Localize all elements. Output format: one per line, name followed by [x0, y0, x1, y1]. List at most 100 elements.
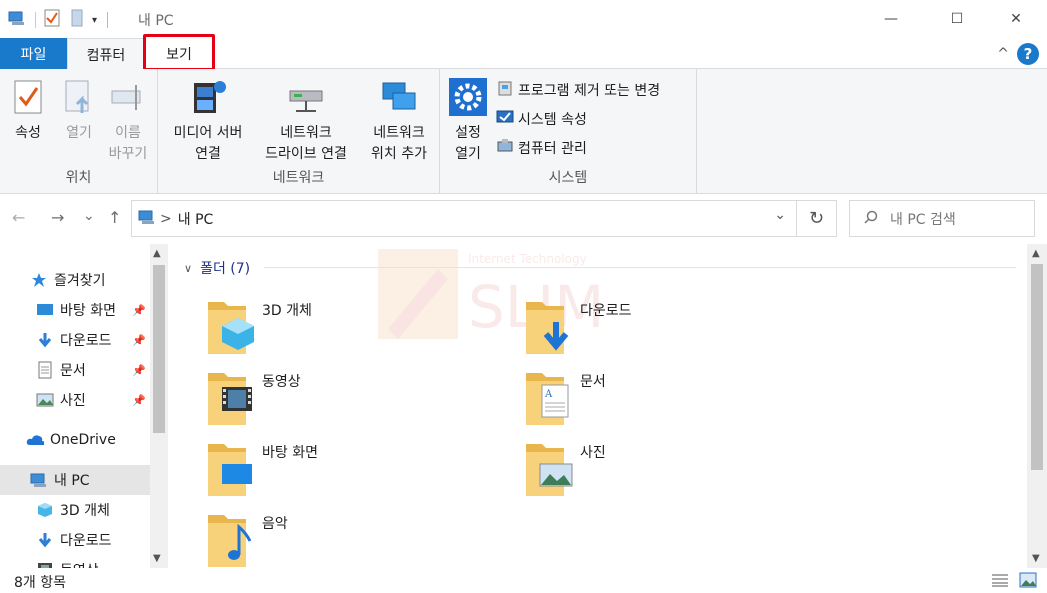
folder-label: 음악 — [262, 516, 288, 532]
sidebar-item-this-pc[interactable]: 내 PC — [0, 465, 150, 495]
scroll-down-arrow-icon[interactable]: ▼ — [153, 553, 161, 564]
sidebar-item-downloads[interactable]: 다운로드 📌 — [0, 325, 150, 355]
sidebar-label: 다운로드 — [60, 333, 112, 349]
scroll-up-arrow-icon[interactable]: ▲ — [1032, 248, 1040, 259]
3d-objects-folder-icon — [208, 302, 254, 354]
sidebar-label: 동영상 — [60, 560, 99, 568]
documents-folder-icon: A — [526, 373, 569, 425]
add-network-location-button[interactable]: 네트워크 위치 추가 — [361, 75, 437, 165]
group-network: 미디어 서버 연결 네트워크 드라이브 연결 네트워크 위치 추가 네트워크 — [158, 69, 440, 193]
sidebar-item-documents[interactable]: 문서 📌 — [0, 355, 150, 385]
sidebar-item-onedrive[interactable]: OneDrive — [0, 425, 150, 455]
folder-downloads[interactable]: 다운로드 — [524, 294, 824, 360]
tab-computer[interactable]: 컴퓨터 — [67, 38, 145, 70]
uninstall-label: 프로그램 제거 또는 변경 — [518, 83, 661, 99]
media-server-icon — [188, 75, 228, 119]
up-button[interactable]: ↑ — [108, 208, 121, 227]
rename-label-2: 바꾸기 — [108, 146, 148, 162]
collapse-ribbon-icon[interactable]: ^ — [997, 46, 1009, 62]
map-network-drive-button[interactable]: 네트워크 드라이브 연결 — [252, 75, 360, 165]
sidebar-scroll-thumb[interactable] — [153, 265, 165, 433]
scroll-up-arrow-icon[interactable]: ▲ — [153, 248, 161, 259]
media-server-button[interactable]: 미디어 서버 연결 — [164, 75, 252, 165]
folder-3d-objects[interactable]: 3D 개체 — [206, 294, 506, 360]
refresh-button[interactable]: ↻ — [796, 201, 836, 236]
properties-quick-icon[interactable] — [44, 9, 60, 31]
address-dropdown-icon[interactable]: ⌄ — [774, 207, 786, 223]
group-location: 속성 열기 이름 바꾸기 위치 — [0, 69, 158, 193]
folder-label: 다운로드 — [580, 303, 632, 319]
computer-management-label: 컴퓨터 관리 — [518, 141, 587, 157]
uninstall-program-button[interactable]: 프로그램 제거 또는 변경 — [496, 79, 660, 101]
properties-button[interactable]: 속성 — [6, 75, 50, 144]
maximize-button[interactable]: ☐ — [926, 0, 988, 38]
back-button[interactable]: ← — [12, 208, 25, 227]
desktop-folder-icon — [208, 444, 252, 496]
sidebar-item-downloads-pc[interactable]: 다운로드 — [0, 525, 150, 555]
content-scroll-thumb[interactable] — [1031, 264, 1043, 470]
network-drive-label-2: 드라이브 연결 — [265, 146, 347, 162]
open-settings-button[interactable]: 설정 열기 — [446, 75, 490, 165]
rename-button[interactable]: 이름 바꾸기 — [104, 75, 152, 165]
open-button[interactable]: 열기 — [57, 75, 101, 144]
address-bar[interactable]: > 내 PC ⌄ ↻ — [131, 200, 837, 237]
sidebar-item-pictures[interactable]: 사진 📌 — [0, 385, 150, 415]
properties-icon — [8, 75, 48, 119]
close-button[interactable]: ✕ — [985, 0, 1047, 38]
sidebar-item-desktop[interactable]: 바탕 화면 📌 — [0, 295, 150, 325]
3d-cube-icon — [36, 501, 54, 519]
pictures-icon — [36, 391, 54, 409]
item-count: 8개 항목 — [14, 575, 66, 591]
system-properties-button[interactable]: 시스템 속성 — [496, 108, 587, 130]
sidebar-item-videos[interactable]: 동영상 — [0, 555, 150, 568]
sidebar-item-3d-objects[interactable]: 3D 개체 — [0, 495, 150, 525]
scroll-down-arrow-icon[interactable]: ▼ — [1032, 553, 1040, 564]
forward-button[interactable]: → — [51, 208, 64, 227]
help-icon[interactable]: ? — [1017, 43, 1039, 65]
network-location-icon — [379, 75, 419, 119]
sidebar-label: 3D 개체 — [60, 503, 110, 519]
folder-videos[interactable]: 동영상 — [206, 365, 506, 431]
window-title: 내 PC — [138, 13, 174, 29]
rename-label-1: 이름 — [115, 125, 141, 141]
sidebar-label: 내 PC — [54, 473, 90, 489]
group-system: 설정 열기 프로그램 제거 또는 변경 시스템 속성 컴퓨터 관리 시스템 — [440, 69, 697, 193]
breadcrumb-separator[interactable]: > — [160, 211, 172, 227]
folder-documents[interactable]: A 문서 — [524, 365, 824, 431]
folder-label: 동영상 — [262, 374, 301, 390]
download-arrow-icon — [36, 331, 54, 349]
folders-section-header[interactable]: ∨ 폴더 (7) — [184, 258, 250, 278]
search-box[interactable]: 내 PC 검색 — [849, 200, 1035, 237]
svg-text:A: A — [544, 389, 553, 400]
this-pc-icon — [30, 471, 48, 489]
section-divider — [264, 267, 1016, 268]
pictures-folder-icon — [526, 444, 573, 496]
this-pc-address-icon — [138, 209, 156, 229]
folder-desktop[interactable]: 바탕 화면 — [206, 436, 506, 502]
videos-folder-icon — [208, 373, 252, 425]
qa-dropdown-icon[interactable]: ▾ — [92, 15, 97, 26]
pin-icon: 📌 — [132, 393, 146, 407]
content-pane: Internet Technology SLIM ∨ 폴더 (7) 3D 개체 … — [168, 244, 1027, 568]
downloads-folder-icon — [526, 302, 569, 354]
folder-quick-icon[interactable] — [70, 9, 84, 31]
breadcrumb-this-pc[interactable]: 내 PC — [178, 209, 214, 229]
search-placeholder: 내 PC 검색 — [890, 211, 956, 228]
music-folder-icon — [208, 515, 252, 567]
details-view-icon[interactable] — [991, 573, 1009, 591]
network-drive-label-1: 네트워크 — [280, 125, 332, 141]
tab-file[interactable]: 파일 — [0, 38, 67, 69]
search-icon — [864, 210, 878, 228]
minimize-button[interactable]: — — [860, 0, 922, 38]
large-icons-view-icon[interactable] — [1019, 572, 1037, 592]
folder-label: 사진 — [580, 445, 606, 461]
download-arrow-icon — [36, 531, 54, 549]
sidebar-item-quick-access[interactable]: 즐겨찾기 — [0, 265, 150, 295]
computer-management-button[interactable]: 컴퓨터 관리 — [496, 137, 587, 159]
recent-locations-button[interactable]: ⌄ — [83, 208, 95, 224]
folder-pictures[interactable]: 사진 — [524, 436, 824, 502]
system-properties-icon — [496, 108, 514, 130]
folder-music[interactable]: 음악 — [206, 507, 506, 568]
cloud-icon — [26, 431, 44, 449]
folder-label: 3D 개체 — [262, 303, 312, 319]
